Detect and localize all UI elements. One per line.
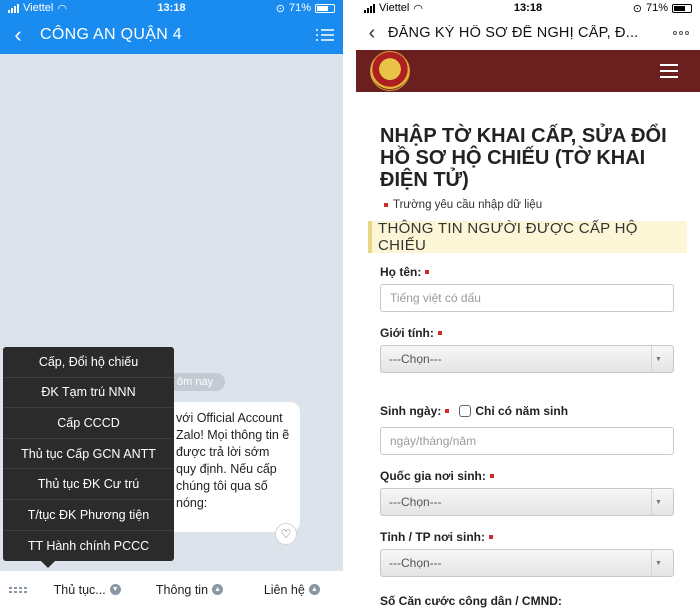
battery-icon xyxy=(315,3,335,13)
clock: 13:18 xyxy=(157,2,186,14)
procedures-popup-menu: Cấp, Đổi hộ chiếu ĐK Tạm trú NNN Cấp CCC… xyxy=(3,347,174,562)
required-marker-icon xyxy=(437,331,442,335)
chevron-up-icon: ▲ xyxy=(308,584,320,595)
required-marker-icon xyxy=(384,203,388,207)
tab-procedures-label: Thủ tục... xyxy=(53,582,106,597)
dropdown-arrow-icon: ▼ xyxy=(651,489,665,515)
status-bar: Viettel ◠ 13:18 ⊙ 71% xyxy=(356,0,700,16)
orientation-lock-icon: ⊙ xyxy=(632,2,642,15)
hamburger-menu-icon[interactable] xyxy=(652,58,686,84)
oa-menu-bar: Thủ tục... ▼ Thông tin ▲ Liên hệ ▲ xyxy=(0,570,343,608)
react-heart-icon[interactable]: ♡ xyxy=(275,523,297,545)
wifi-icon: ◠ xyxy=(57,2,67,15)
birth-province-select-value: ---Chọn--- xyxy=(389,556,442,570)
menu-list-icon[interactable] xyxy=(307,16,343,54)
signal-icon xyxy=(364,3,375,13)
back-arrow-icon[interactable]: ‹ xyxy=(356,22,388,45)
name-input[interactable] xyxy=(380,284,674,312)
required-marker-icon xyxy=(489,474,494,478)
screenshot-divider xyxy=(343,0,356,608)
tab-procedures[interactable]: Thủ tục... ▼ xyxy=(36,583,138,597)
year-only-checkbox[interactable] xyxy=(459,405,472,417)
popup-pointer xyxy=(41,561,55,568)
required-marker-icon xyxy=(488,535,493,539)
birth-province-label: Tỉnh / TP nơi sinh: xyxy=(380,530,493,544)
menu-item-passport[interactable]: Cấp, Đổi hộ chiếu xyxy=(3,347,174,378)
zalo-chat-screen: Viettel ◠ 13:18 ⊙ 71% ‹ CÔNG AN QUẬN 4 ô… xyxy=(0,0,343,608)
signal-icon xyxy=(8,3,19,13)
police-emblem-logo[interactable] xyxy=(370,51,410,91)
birth-province-select[interactable]: ---Chọn--- ▼ xyxy=(380,549,674,577)
section-title: THÔNG TIN NGƯỜI ĐƯỢC CẤP HỘ CHIẾU xyxy=(368,220,687,254)
chevron-down-icon: ▼ xyxy=(109,584,121,595)
more-options-icon[interactable] xyxy=(662,31,700,35)
back-arrow-icon[interactable]: ‹ xyxy=(0,16,36,54)
status-bar: Viettel ◠ 13:18 ⊙ 71% xyxy=(0,0,343,16)
required-note-text: Trường yêu cầu nhập dữ liệu xyxy=(393,199,543,211)
carrier-label: Viettel xyxy=(23,2,54,14)
required-marker-icon xyxy=(425,270,430,274)
gender-select-value: ---Chọn--- xyxy=(389,352,442,366)
menu-item-vehicle-registration[interactable]: T/tục ĐK Phương tiện xyxy=(3,500,174,531)
battery-icon xyxy=(672,3,692,13)
battery-percent: 71% xyxy=(288,2,311,14)
site-navbar xyxy=(356,50,700,92)
chat-title: CÔNG AN QUẬN 4 xyxy=(40,26,183,43)
birth-country-label: Quốc gia nơi sinh: xyxy=(380,469,494,483)
gender-select[interactable]: ---Chọn--- ▼ xyxy=(380,345,674,373)
dob-input[interactable] xyxy=(380,427,674,455)
name-label: Họ tên: xyxy=(380,265,430,279)
tab-information[interactable]: Thông tin ▲ xyxy=(138,583,240,597)
page-title: NHẬP TỜ KHAI CẤP, SỬA ĐỔI HỒ SƠ HỘ CHIẾU… xyxy=(380,125,667,191)
tab-contact-label: Liên hệ xyxy=(263,582,305,597)
birth-country-select-value: ---Chọn--- xyxy=(389,495,442,509)
menu-item-residence-registration[interactable]: Thủ tục ĐK Cư trú xyxy=(3,469,174,500)
keyboard-icon[interactable] xyxy=(0,586,36,593)
required-marker-icon xyxy=(445,409,450,413)
tab-information-label: Thông tin xyxy=(155,582,209,597)
tab-contact[interactable]: Liên hệ ▲ xyxy=(241,583,343,597)
webview-header: ‹ ĐĂNG KÝ HỒ SƠ ĐỀ NGHỊ CẤP, Đ... xyxy=(356,16,700,50)
birth-country-select[interactable]: ---Chọn--- ▼ xyxy=(380,488,674,516)
menu-item-temp-residence-foreigner[interactable]: ĐK Tạm trú NNN xyxy=(3,378,174,409)
battery-percent: 71% xyxy=(645,2,668,14)
menu-item-antt-certificate[interactable]: Thủ tục Cấp GCN ANTT xyxy=(3,439,174,470)
year-only-label: Chỉ có năm sinh xyxy=(475,404,569,418)
clock: 13:18 xyxy=(513,2,543,14)
chevron-up-icon: ▲ xyxy=(212,584,224,595)
id-number-label: Số Căn cước công dân / CMND: xyxy=(380,594,562,608)
chat-header: ‹ CÔNG AN QUẬN 4 xyxy=(0,16,343,54)
gender-label: Giới tính: xyxy=(380,326,442,340)
required-note: Trường yêu cầu nhập dữ liệu xyxy=(384,199,542,211)
passport-form-screen: Viettel ◠ 13:18 ⊙ 71% ‹ ĐĂNG KÝ HỒ SƠ ĐỀ… xyxy=(356,0,700,608)
wifi-icon: ◠ xyxy=(413,2,423,15)
menu-item-cccd[interactable]: Cấp CCCD xyxy=(3,408,174,439)
webview-title: ĐĂNG KÝ HỒ SƠ ĐỀ NGHỊ CẤP, Đ... xyxy=(388,25,639,41)
orientation-lock-icon: ⊙ xyxy=(275,2,285,15)
menu-item-fire-prevention[interactable]: TT Hành chính PCCC xyxy=(3,531,174,562)
message-text: với Official Account Zalo! Mọi thông tin… xyxy=(176,411,290,510)
dob-label: Sinh ngày: Chỉ có năm sinh xyxy=(380,404,569,418)
carrier-label: Viettel xyxy=(379,2,410,14)
dropdown-arrow-icon: ▼ xyxy=(651,550,665,576)
dropdown-arrow-icon: ▼ xyxy=(651,346,665,372)
